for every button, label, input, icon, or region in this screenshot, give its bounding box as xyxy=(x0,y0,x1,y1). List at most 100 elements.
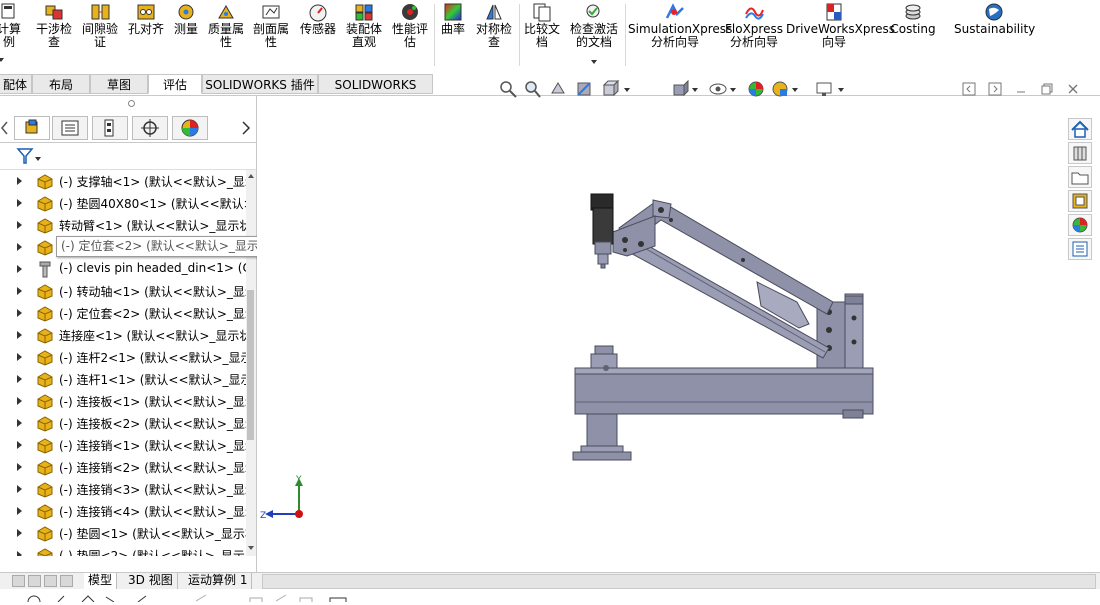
expand-arrow-icon[interactable] xyxy=(17,309,22,317)
graphics-area[interactable]: Y Z xyxy=(257,96,1100,572)
display-style-icon[interactable] xyxy=(670,79,690,99)
expand-arrow-icon[interactable] xyxy=(17,177,22,185)
featuremanager-icon[interactable] xyxy=(14,116,50,140)
scroll-up-icon[interactable] xyxy=(248,174,254,178)
expand-arrow-icon[interactable] xyxy=(17,353,22,361)
curvature-button[interactable]: 曲率 xyxy=(438,2,468,36)
section-view-icon[interactable] xyxy=(574,79,594,99)
hide-show-items-icon[interactable] xyxy=(708,79,728,99)
calc-button[interactable]: 计算 例 xyxy=(0,2,26,62)
assembly-model-view[interactable] xyxy=(257,96,1100,572)
driveworksxpress-button[interactable]: DriveWorksXpress 向导 xyxy=(786,2,895,49)
clearance-check-button[interactable]: 间隙验 证 xyxy=(80,2,120,49)
tree-scrollbar[interactable] xyxy=(246,170,256,556)
apply-scene-icon[interactable] xyxy=(770,79,790,99)
scroll-right-icon[interactable] xyxy=(240,118,252,138)
tree-item[interactable]: (-) 连接销<4> (默认<<默认>_显示 xyxy=(0,500,246,522)
dimxpert-icon[interactable] xyxy=(132,116,168,140)
tree-item[interactable]: (-) 垫圆40X80<1> (默认<<默认> xyxy=(0,192,246,214)
expand-arrow-icon[interactable] xyxy=(17,551,22,556)
propertymanager-icon[interactable] xyxy=(52,116,88,140)
zoom-to-fit-icon[interactable] xyxy=(498,79,518,99)
expand-arrow-icon[interactable] xyxy=(17,331,22,339)
close-icon[interactable] xyxy=(1066,82,1080,96)
tree-item[interactable]: (-) 垫圆<1> (默认<<默认>_显示状 xyxy=(0,522,246,544)
expand-arrow-icon[interactable] xyxy=(17,463,22,471)
tree-item[interactable]: (-) 支撑轴<1> (默认<<默认>_显示 xyxy=(0,170,246,192)
zoom-area-icon[interactable] xyxy=(522,79,542,99)
filter-icon[interactable] xyxy=(16,147,42,165)
tab-3d-view[interactable]: 3D 视图 xyxy=(124,573,178,589)
expand-arrow-icon[interactable] xyxy=(17,243,22,251)
first-tab-icon[interactable] xyxy=(12,575,25,587)
minimize-icon[interactable] xyxy=(1014,82,1028,96)
floxpress-button[interactable]: FloXpress 分析向导 xyxy=(724,2,784,49)
restore-icon[interactable] xyxy=(1040,82,1054,96)
perf-eval-button[interactable]: 性能评 估 xyxy=(390,2,430,49)
view-settings-icon[interactable] xyxy=(814,79,834,99)
scroll-left-icon[interactable] xyxy=(0,118,8,138)
symmetry-check-button[interactable]: 对称检 查 xyxy=(472,2,516,49)
view-orientation-icon[interactable] xyxy=(600,79,620,99)
tree-item[interactable]: (-) 定位套<2> (默认<<默认>_显示 xyxy=(0,302,246,324)
tree-item[interactable]: (-) 连接销<1> (默认<<默认>_显示 xyxy=(0,434,246,456)
section-props-button[interactable]: 剖面属 性 xyxy=(251,2,291,49)
panel-grip[interactable] xyxy=(128,100,135,107)
tree-item[interactable]: (-) 连杆1<1> (默认<<默认>_显示 xyxy=(0,368,246,390)
sensor-button[interactable]: 传感器 xyxy=(296,2,340,36)
previous-view-icon[interactable] xyxy=(548,79,568,99)
expand-arrow-icon[interactable] xyxy=(17,419,22,427)
tree-item[interactable]: 转动臂<1> (默认<<默认>_显示状 xyxy=(0,214,246,236)
tab-assembly[interactable]: 配体 xyxy=(0,74,32,94)
home-icon[interactable] xyxy=(1068,118,1092,140)
tab-evaluate[interactable]: 评估 xyxy=(148,74,202,94)
tile-left-icon[interactable] xyxy=(962,82,976,96)
prev-tab-icon[interactable] xyxy=(28,575,41,587)
tree-item[interactable]: (-) 连接销<2> (默认<<默认>_显示 xyxy=(0,456,246,478)
hole-align-button[interactable]: 孔对齐 xyxy=(124,2,168,36)
compare-docs-button[interactable]: 比较文 档 xyxy=(522,2,562,49)
tree-item[interactable]: (-) 连接板<1> (默认<<默认>_显示 xyxy=(0,390,246,412)
tab-solidworks-addins[interactable]: SOLIDWORKS 插件 xyxy=(202,74,318,94)
expand-arrow-icon[interactable] xyxy=(17,221,22,229)
tab-solidworks-mbd[interactable]: SOLIDWORKS MBD xyxy=(318,74,433,112)
tile-right-icon[interactable] xyxy=(988,82,1002,96)
expand-arrow-icon[interactable] xyxy=(17,199,22,207)
horizontal-scrollbar[interactable] xyxy=(262,574,1096,589)
next-tab-icon[interactable] xyxy=(44,575,57,587)
tree-item[interactable]: (-) 连接销<3> (默认<<默认>_显示 xyxy=(0,478,246,500)
expand-arrow-icon[interactable] xyxy=(17,397,22,405)
assembly-vis-button[interactable]: 装配体 直观 xyxy=(344,2,384,49)
measure-button[interactable]: 测量 xyxy=(171,2,201,36)
tree-item[interactable]: (-) 垫圆<2> (默认<<默认>_显示 xyxy=(0,544,246,556)
file-explorer-icon[interactable] xyxy=(1068,166,1092,188)
mass-props-button[interactable]: 质量属 性 xyxy=(206,2,246,49)
expand-arrow-icon[interactable] xyxy=(17,485,22,493)
appearances-icon[interactable] xyxy=(1068,214,1092,236)
interference-check-button[interactable]: 干涉检 查 xyxy=(34,2,74,49)
expand-arrow-icon[interactable] xyxy=(17,375,22,383)
configmanager-icon[interactable] xyxy=(92,116,128,140)
simulationxpress-button[interactable]: SimulationXpress 分析向导 xyxy=(628,2,732,49)
tree-item[interactable]: (-) 连接板<2> (默认<<默认>_显示 xyxy=(0,412,246,434)
last-tab-icon[interactable] xyxy=(60,575,73,587)
edit-appearance-icon[interactable] xyxy=(746,79,766,99)
tree-item[interactable]: (-) clevis pin headed_din<1> (C xyxy=(0,258,246,280)
tab-layout[interactable]: 布局 xyxy=(32,74,90,94)
tab-motion-study[interactable]: 运动算例 1 xyxy=(184,573,253,589)
tree-item[interactable]: 连接座<1> (默认<<默认>_显示状 xyxy=(0,324,246,346)
tab-model[interactable]: 模型 xyxy=(84,573,118,589)
displaymanager-icon[interactable] xyxy=(172,116,208,140)
tree-item[interactable]: (-) 连杆2<1> (默认<<默认>_显示 xyxy=(0,346,246,368)
view-palette-icon[interactable] xyxy=(1068,190,1092,212)
custom-properties-icon[interactable] xyxy=(1068,238,1092,260)
design-library-icon[interactable] xyxy=(1068,142,1092,164)
expand-arrow-icon[interactable] xyxy=(17,507,22,515)
expand-arrow-icon[interactable] xyxy=(17,529,22,537)
check-active-doc-button[interactable]: 检查激活 的文档 xyxy=(566,2,622,64)
expand-arrow-icon[interactable] xyxy=(17,287,22,295)
sustainability-button[interactable]: Sustainability xyxy=(954,2,1035,36)
tab-sketch[interactable]: 草图 xyxy=(90,74,148,94)
scroll-down-icon[interactable] xyxy=(248,546,254,550)
expand-arrow-icon[interactable] xyxy=(17,265,22,273)
